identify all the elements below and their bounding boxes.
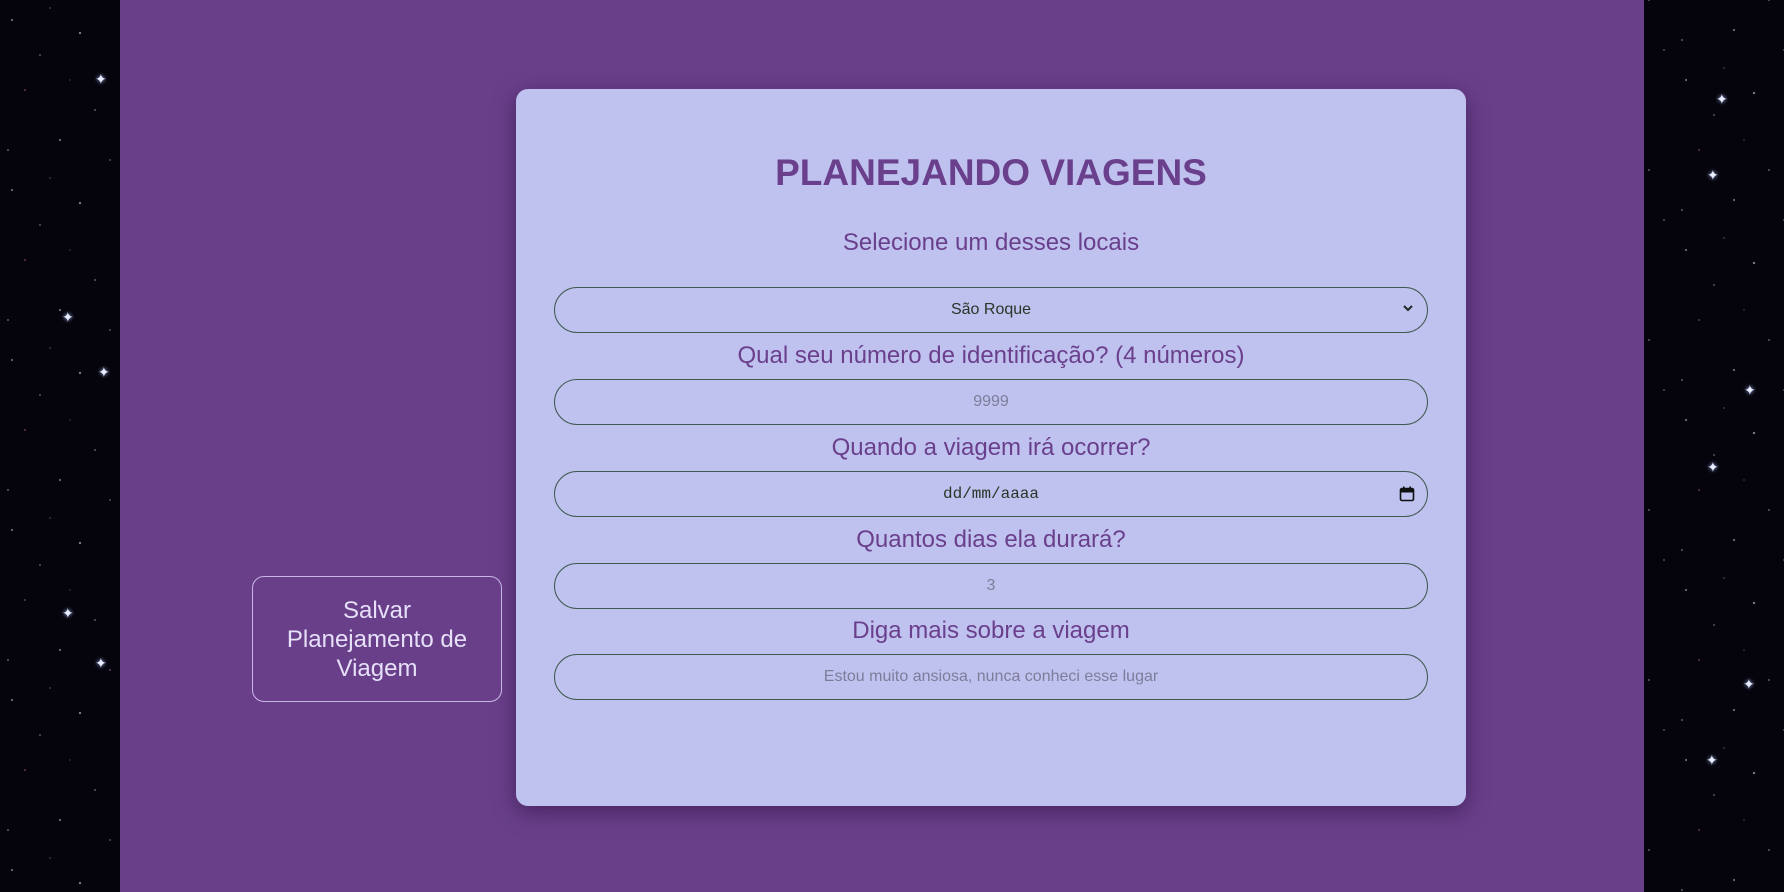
star-icon: ✦ bbox=[1706, 752, 1718, 768]
save-trip-plan-button[interactable]: Salvar Planejamento de Viagem bbox=[252, 576, 502, 702]
location-select-value: São Roque bbox=[950, 301, 1032, 318]
star-icon: ✦ bbox=[1743, 676, 1755, 692]
star-icon: ✦ bbox=[98, 364, 110, 380]
trip-days-placeholder: 3 bbox=[986, 577, 996, 594]
star-icon: ✦ bbox=[1707, 167, 1719, 183]
location-prompt: Selecione um desses locais bbox=[842, 229, 1140, 256]
trip-date-input[interactable]: dd/mm/aaaa bbox=[554, 471, 1428, 517]
star-icon: ✦ bbox=[1716, 91, 1728, 107]
trip-date-placeholder: dd/mm/aaaa bbox=[942, 485, 1039, 503]
trip-notes-placeholder: Estou muito ansiosa, nunca conheci esse … bbox=[823, 668, 1159, 685]
days-label: Quantos dias ela durará? bbox=[856, 526, 1126, 553]
location-select[interactable]: São Roque bbox=[554, 287, 1428, 333]
date-label: Quando a viagem irá ocorrer? bbox=[831, 434, 1151, 461]
save-trip-plan-label: Salvar Planejamento de Viagem bbox=[286, 596, 468, 682]
star-icon: ✦ bbox=[1744, 382, 1756, 398]
trip-notes-input[interactable]: Estou muito ansiosa, nunca conheci esse … bbox=[554, 654, 1428, 700]
star-icon: ✦ bbox=[95, 71, 107, 87]
id-number-input[interactable]: 9999 bbox=[554, 379, 1428, 425]
id-label: Qual seu número de identificação? (4 núm… bbox=[737, 342, 1245, 369]
star-icon: ✦ bbox=[62, 309, 74, 325]
chevron-down-icon bbox=[1403, 305, 1413, 312]
page-title: PLANEJANDO VIAGENS bbox=[775, 152, 1207, 193]
star-icon: ✦ bbox=[1707, 459, 1719, 475]
starfield-right: ✦ ✦ ✦ ✦ ✦ ✦ bbox=[1644, 0, 1784, 892]
id-number-placeholder: 9999 bbox=[973, 393, 1009, 410]
star-icon: ✦ bbox=[62, 605, 74, 621]
notes-label: Diga mais sobre a viagem bbox=[852, 617, 1130, 644]
trip-days-input[interactable]: 3 bbox=[554, 563, 1428, 609]
star-icon: ✦ bbox=[95, 655, 107, 671]
starfield-left: ✦ ✦ ✦ ✦ ✦ bbox=[0, 0, 120, 892]
calendar-icon[interactable] bbox=[1399, 486, 1415, 502]
